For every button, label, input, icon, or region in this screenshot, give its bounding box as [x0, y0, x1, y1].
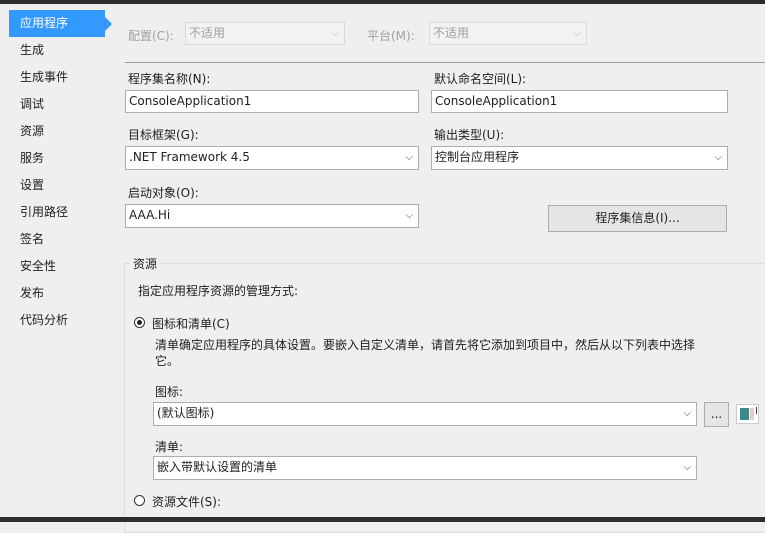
sidebar-item[interactable]: 发布	[20, 280, 105, 307]
sidebar-item[interactable]: 安全性	[20, 253, 105, 280]
chevron-down-icon: ⌵	[405, 152, 413, 163]
icon-preview	[736, 404, 759, 424]
chevron-down-icon: ⌵	[683, 408, 691, 419]
config-select[interactable]: 不适用 ⌵	[185, 22, 345, 45]
config-label: 配置(C):	[128, 29, 174, 43]
namespace-input[interactable]: ConsoleApplication1	[431, 90, 728, 113]
startup-value: AAA.Hi	[129, 208, 171, 222]
sidebar-item[interactable]: 生成事件	[20, 64, 105, 91]
sidebar-item[interactable]: 引用路径	[20, 199, 105, 226]
divider	[125, 62, 765, 63]
manifest-label: 清单:	[155, 440, 184, 454]
sidebar-item[interactable]: 生成	[20, 37, 105, 64]
sidebar-item[interactable]: 资源	[20, 118, 105, 145]
platform-label: 平台(M):	[367, 29, 415, 43]
sidebar-item[interactable]: 应用程序	[9, 10, 112, 37]
framework-select[interactable]: .NET Framework 4.5 ⌵	[125, 146, 419, 170]
output-type-select[interactable]: 控制台应用程序 ⌵	[431, 146, 728, 170]
radio-resource-file[interactable]	[134, 495, 145, 506]
manifest-select[interactable]: 嵌入带默认设置的清单 ⌵	[153, 456, 697, 480]
framework-value: .NET Framework 4.5	[129, 150, 250, 164]
status-bar	[0, 517, 765, 522]
chevron-down-icon: ⌵	[573, 28, 581, 39]
manifest-description: 清单确定应用程序的具体设置。要嵌入自定义清单，请首先将它添加到项目中，然后从以下…	[155, 338, 696, 368]
framework-label: 目标框架(G):	[128, 128, 199, 142]
sidebar-item[interactable]: 设置	[20, 172, 105, 199]
assembly-info-button[interactable]: 程序集信息(I)...	[548, 205, 727, 232]
startup-select[interactable]: AAA.Hi ⌵	[125, 204, 419, 228]
output-type-label: 输出类型(U):	[434, 128, 505, 142]
platform-select[interactable]: 不适用 ⌵	[429, 22, 587, 45]
sidebar-item[interactable]: 调试	[20, 91, 105, 118]
platform-value: 不适用	[433, 26, 470, 40]
chevron-down-icon: ⌵	[331, 28, 339, 39]
radio-icon-manifest[interactable]	[134, 317, 145, 328]
namespace-label: 默认命名空间(L):	[434, 72, 527, 86]
radio-icon-manifest-label[interactable]: 图标和清单(C)	[152, 315, 230, 332]
config-value: 不适用	[189, 26, 226, 40]
sidebar-item[interactable]: 代码分析	[20, 307, 105, 334]
output-type-value: 控制台应用程序	[435, 150, 520, 164]
chevron-down-icon: ⌵	[405, 210, 413, 221]
assembly-name-input[interactable]: ConsoleApplication1	[125, 90, 419, 113]
chevron-down-icon: ⌵	[683, 462, 691, 473]
startup-label: 启动对象(O):	[128, 186, 199, 200]
icon-value: (默认图标)	[157, 406, 215, 420]
resources-group-label: 资源	[130, 255, 161, 272]
resources-instruction: 指定应用程序资源的管理方式:	[138, 284, 299, 298]
manifest-value: 嵌入带默认设置的清单	[157, 460, 278, 474]
icon-select[interactable]: (默认图标) ⌵	[153, 402, 697, 426]
icon-label: 图标:	[155, 385, 184, 399]
chevron-down-icon: ⌵	[714, 152, 722, 163]
sidebar-item[interactable]: 服务	[20, 145, 105, 172]
title-bar	[0, 0, 765, 4]
browse-icon-button[interactable]: ...	[704, 402, 729, 427]
radio-resource-file-label[interactable]: 资源文件(S):	[152, 493, 221, 510]
assembly-name-label: 程序集名称(N):	[128, 72, 211, 86]
sidebar-item[interactable]: 签名	[20, 226, 105, 253]
